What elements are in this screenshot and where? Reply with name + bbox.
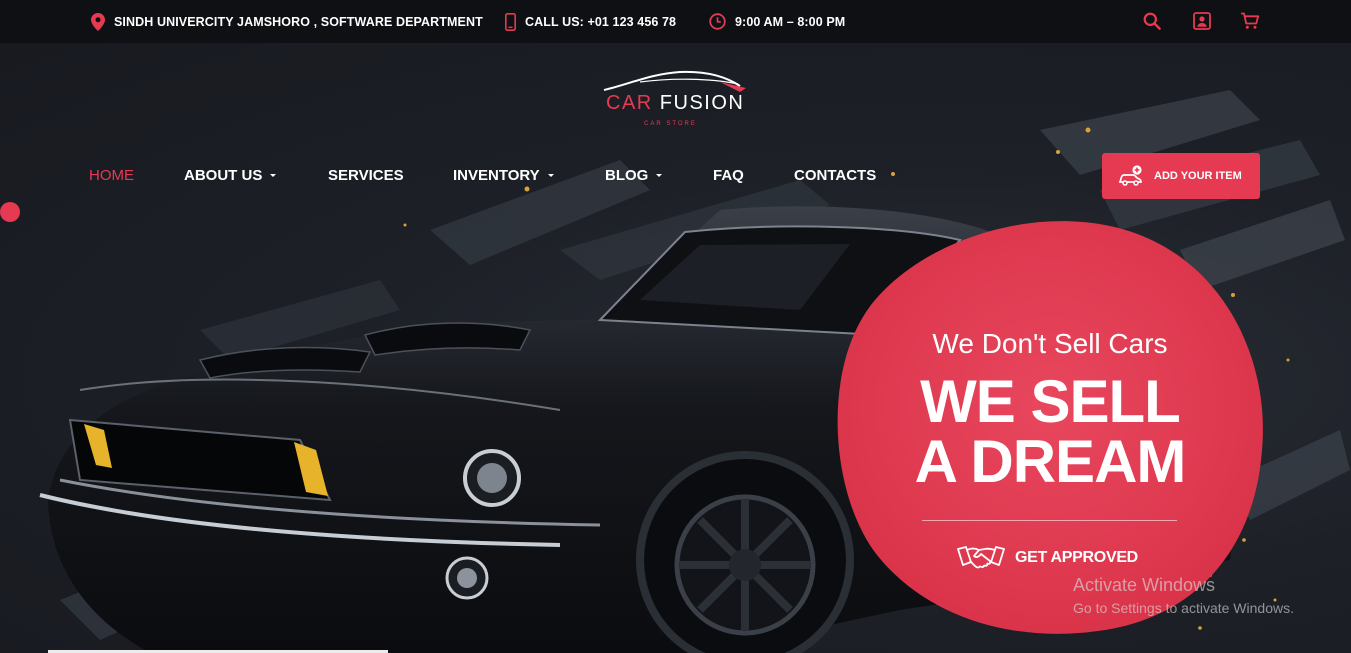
nav-label: FAQ: [713, 166, 744, 184]
nav-item-home[interactable]: HOME: [89, 165, 134, 185]
cart-button[interactable]: [1240, 11, 1260, 31]
account-button[interactable]: [1192, 11, 1212, 31]
nav-label: HOME: [89, 166, 134, 184]
add-your-item-button[interactable]: ADD YOUR ITEM: [1102, 153, 1260, 199]
search-button[interactable]: [1142, 11, 1162, 31]
nav-item-faq[interactable]: FAQ: [713, 165, 744, 185]
hero-subtitle: We Don't Sell Cars: [932, 328, 1168, 359]
activate-windows-subtitle: Go to Settings to activate Windows.: [1073, 600, 1294, 616]
nav-item-inventory[interactable]: INVENTORY: [453, 165, 554, 185]
chevron-down-icon: [270, 173, 277, 177]
phone-info[interactable]: CALL US: +01 123 456 78: [505, 0, 676, 43]
logo-tagline: CAR STORE: [644, 121, 697, 127]
site-logo[interactable]: CAR FUSION CAR STORE: [600, 68, 750, 132]
logo-word-car: CAR: [606, 92, 653, 114]
nav-label: BLOG: [605, 166, 649, 184]
chevron-down-icon: [547, 173, 554, 177]
nav-label: SERVICES: [328, 166, 404, 184]
location-pin-icon: [91, 12, 105, 31]
hours-info: 9:00 AM – 8:00 PM: [709, 0, 845, 43]
nav-label: INVENTORY: [453, 166, 540, 184]
phone-icon: [505, 12, 516, 31]
hero-divider: [922, 520, 1177, 521]
nav-label: ABOUT US: [184, 166, 263, 184]
nav-label: CONTACTS: [794, 166, 877, 184]
hero-title-line-1: WE SELL: [920, 368, 1181, 435]
get-approved-button[interactable]: GET APPROVED: [957, 543, 1138, 573]
logo-word-fusion: FUSION: [659, 92, 745, 114]
address-info: SINDH UNIVERCITY JAMSHORO , SOFTWARE DEP…: [91, 0, 483, 43]
address-text: SINDH UNIVERCITY JAMSHORO , SOFTWARE DEP…: [114, 14, 483, 29]
cart-icon: [1241, 12, 1260, 29]
phone-text: CALL US: +01 123 456 78: [525, 14, 677, 29]
scroll-indicator-dot[interactable]: [0, 202, 20, 222]
handshake-icon: [957, 546, 1005, 569]
nav-item-blog[interactable]: BLOG: [605, 165, 663, 185]
hours-text: 9:00 AM – 8:00 PM: [735, 14, 846, 29]
chevron-down-icon: [656, 173, 663, 177]
hero-title: WE SELL A DREAM: [880, 372, 1220, 492]
top-info-bar: SINDH UNIVERCITY JAMSHORO , SOFTWARE DEP…: [0, 0, 1351, 43]
nav-item-about-us[interactable]: ABOUT US: [184, 165, 277, 185]
user-icon: [1193, 12, 1211, 30]
nav-item-services[interactable]: SERVICES: [328, 165, 404, 185]
search-icon: [1143, 12, 1161, 30]
get-approved-label: GET APPROVED: [1015, 549, 1138, 566]
logo-wordmark: CAR FUSION: [606, 92, 744, 115]
hero-title-line-2: A DREAM: [914, 428, 1187, 495]
clock-icon: [709, 13, 726, 30]
add-your-item-label: ADD YOUR ITEM: [1154, 170, 1242, 182]
activate-windows-title: Activate Windows: [1073, 575, 1216, 595]
car-plus-icon: [1118, 165, 1142, 186]
nav-item-contacts[interactable]: CONTACTS: [794, 165, 876, 185]
